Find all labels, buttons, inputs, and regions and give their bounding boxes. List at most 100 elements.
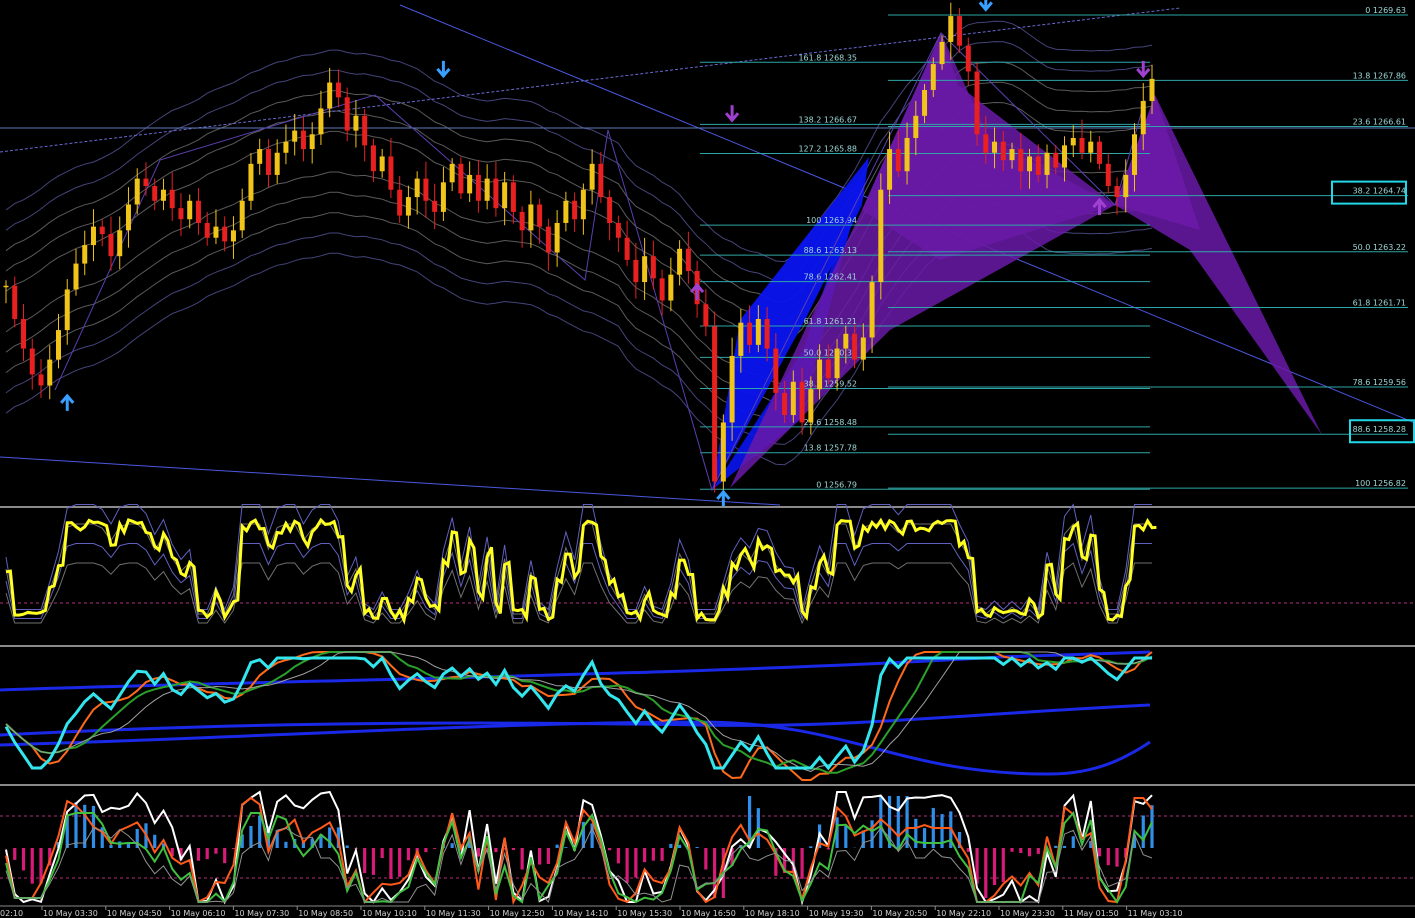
fib-label-right: 50.0 1263.22: [1353, 243, 1406, 252]
candle-body: [423, 178, 429, 201]
candle-body: [362, 115, 368, 146]
time-tick-label: 10 May 15:30: [617, 909, 672, 918]
candle-body: [502, 182, 508, 209]
time-tick-label: 10 May 12:50: [490, 909, 545, 918]
histogram-bar: [494, 848, 498, 853]
candle-body: [974, 71, 980, 135]
histogram-bar: [1115, 848, 1119, 867]
histogram-bar: [704, 848, 708, 870]
histogram-bar: [1106, 848, 1110, 866]
time-tick-label: 10 May 08:50: [298, 909, 353, 918]
candle-body: [108, 234, 114, 257]
candle-body: [432, 200, 438, 212]
histogram-bar: [616, 848, 620, 864]
fib-label-right: 13.8 1267.86: [1353, 71, 1406, 80]
histogram-bar: [660, 848, 664, 861]
candle-body: [12, 285, 18, 319]
histogram-bar: [1027, 848, 1032, 857]
time-tick-label: 10 May 06:10: [171, 909, 226, 918]
histogram-bar: [546, 848, 550, 864]
candle-body: [449, 163, 455, 183]
histogram-bar: [433, 848, 437, 849]
candle-body: [160, 189, 166, 201]
candle-body: [1105, 163, 1111, 187]
histogram-bar: [992, 848, 997, 886]
histogram-bar: [214, 848, 218, 854]
histogram-bar: [984, 848, 988, 898]
candle-body: [169, 189, 175, 209]
candle-body: [1079, 137, 1085, 153]
candle-body: [939, 41, 945, 65]
histogram-bar: [511, 848, 515, 851]
candle-body: [528, 204, 534, 231]
fib-label-left: 50.0 1260.36: [804, 348, 857, 357]
histogram-bar: [1150, 805, 1154, 848]
fib-label-right: 23.6 1266.61: [1353, 118, 1406, 127]
candle-body: [475, 174, 481, 201]
candle-body: [860, 337, 866, 360]
histogram-bar: [450, 843, 454, 848]
candle-body: [1149, 78, 1155, 102]
candle-body: [414, 178, 420, 198]
candle-body: [755, 318, 761, 345]
time-tick-label: 10 May 20:50: [872, 909, 927, 918]
histogram-bar: [424, 848, 428, 853]
candle-body: [90, 226, 96, 246]
time-tick-label: 10 May 19:30: [809, 909, 864, 918]
histogram-bar: [538, 848, 542, 865]
candle-body: [738, 322, 744, 356]
histogram-bar: [1062, 845, 1067, 848]
candle-body: [1132, 134, 1138, 175]
histogram-bar: [634, 848, 638, 878]
time-tick-label: 10 May 16:50: [681, 909, 736, 918]
fib-label-left: 13.8 1257.78: [804, 444, 857, 453]
fib-label-left: 138.2 1266.67: [798, 115, 857, 124]
fib-label-left: 127.2 1265.88: [798, 145, 857, 154]
candle-body: [64, 289, 70, 331]
candle-body: [965, 45, 971, 72]
candle-body: [773, 348, 779, 393]
trading-chart[interactable]: 161.8 1268.35 138.2 1266.67 127.2 1265.88 1…: [0, 0, 1415, 918]
histogram-bar: [826, 848, 830, 850]
candle-body: [1044, 152, 1050, 175]
histogram-bar: [643, 848, 647, 863]
candle-body: [82, 245, 88, 264]
candle-body: [388, 156, 394, 190]
candle-body: [554, 222, 560, 253]
candle-body: [1018, 149, 1024, 172]
fib-label-left: 78.6 1262.41: [804, 273, 857, 282]
fib-label-left: 38.2 1259.52: [804, 379, 857, 388]
candle-body: [615, 222, 621, 238]
candle-body: [327, 82, 333, 109]
histogram-bar: [896, 796, 900, 848]
fib-label-right: 100 1256.82: [1355, 479, 1406, 488]
candle-body: [370, 145, 376, 172]
candle-body: [1114, 186, 1120, 198]
candle-body: [510, 182, 516, 212]
histogram-bar: [809, 846, 813, 848]
time-tick-label: 11 May 03:10: [1128, 909, 1183, 918]
candle-body: [344, 97, 350, 131]
candle-body: [895, 149, 901, 172]
candle-body: [607, 197, 613, 223]
candle-body: [834, 348, 840, 379]
histogram-bar: [30, 848, 34, 884]
histogram-bar: [1001, 848, 1005, 883]
histogram-bar: [800, 848, 804, 879]
histogram-bar: [205, 848, 209, 860]
histogram-bar: [695, 847, 699, 848]
candle-body: [545, 226, 551, 253]
histogram-bar: [520, 848, 524, 870]
candle-body: [720, 422, 726, 482]
candle-body: [598, 163, 604, 198]
candle-body: [38, 374, 44, 386]
candle-body: [948, 16, 954, 42]
candle-body: [309, 134, 315, 150]
candle-body: [1070, 137, 1076, 146]
candle-body: [922, 89, 928, 116]
candle-body: [440, 182, 446, 212]
candle-body: [624, 237, 630, 260]
histogram-bar: [844, 825, 848, 848]
candle-body: [99, 226, 105, 235]
histogram-bar: [249, 825, 253, 848]
